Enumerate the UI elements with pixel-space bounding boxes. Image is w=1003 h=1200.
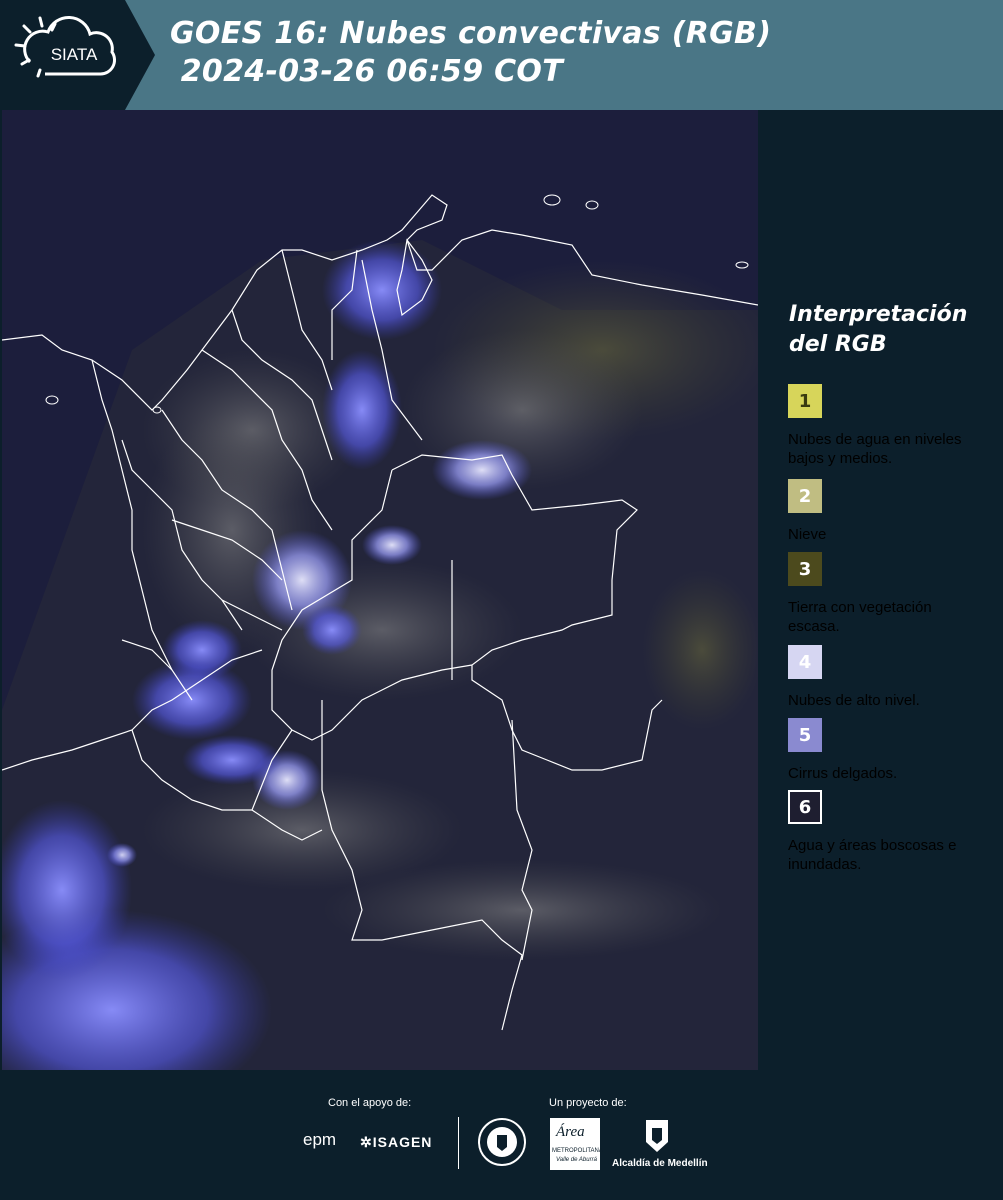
satellite-map[interactable] — [2, 110, 758, 1070]
legend-swatch-1: 1 — [788, 384, 822, 418]
legend-item-2: 2 Nieve — [788, 479, 978, 544]
legend-item-5: 5 Cirrus delgados. — [788, 718, 978, 783]
project-label: Un proyecto de: — [549, 1097, 627, 1109]
support-label: Con el apoyo de: — [328, 1097, 412, 1109]
legend-swatch-3: 3 — [788, 552, 822, 586]
legend-item-4: 4 Nubes de alto nivel. — [788, 645, 978, 710]
legend-label-4: Nubes de alto nivel. — [788, 692, 920, 709]
legend-label-5: Cirrus delgados. — [788, 765, 898, 782]
page-timestamp: 2024-03-26 06:59 COT — [170, 54, 564, 89]
svg-text:SIATA: SIATA — [51, 45, 98, 64]
legend-label-3: Tierra con vegetación escasa. — [788, 599, 932, 635]
isagen-logo: ✲ISAGEN — [360, 1134, 433, 1150]
alcaldia-label: Alcaldía de Medellín — [612, 1158, 708, 1169]
legend-label-6: Agua y áreas boscosas e inundadas. — [788, 837, 957, 873]
legend-title-line2: del RGB — [789, 332, 887, 357]
isagen-icon: ✲ — [360, 1134, 373, 1150]
footer-divider — [458, 1117, 459, 1169]
header-bar: SIATA GOES 16: Nubes convectivas (RGB) 2… — [0, 0, 1003, 110]
page-title: GOES 16: Nubes convectivas (RGB) — [170, 16, 772, 51]
legend-item-1: 1 Nubes de agua en niveles bajos y medio… — [788, 384, 978, 468]
legend-item-6: 6 Agua y áreas boscosas e inundadas. — [788, 790, 978, 874]
alcaldia-shield-icon — [644, 1118, 670, 1154]
rgb-legend: Interpretación del RGB — [770, 300, 1000, 360]
area-metropolitana-logo: Área METROPOLITANA Valle de Aburrá — [550, 1118, 603, 1170]
legend-swatch-6: 6 — [788, 790, 822, 824]
medellin-seal-logo — [477, 1117, 527, 1167]
legend-title-line1: Interpretación — [789, 302, 968, 327]
epm-logo: epm — [303, 1130, 337, 1149]
legend-swatch-5: 5 — [788, 718, 822, 752]
legend-label-2: Nieve — [788, 526, 827, 543]
legend-item-3: 3 Tierra con vegetación escasa. — [788, 552, 978, 636]
siata-logo: SIATA — [0, 0, 155, 110]
legend-swatch-2: 2 — [788, 479, 822, 513]
legend-swatch-4: 4 — [788, 645, 822, 679]
legend-label-1: Nubes de agua en niveles bajos y medios. — [788, 431, 962, 467]
